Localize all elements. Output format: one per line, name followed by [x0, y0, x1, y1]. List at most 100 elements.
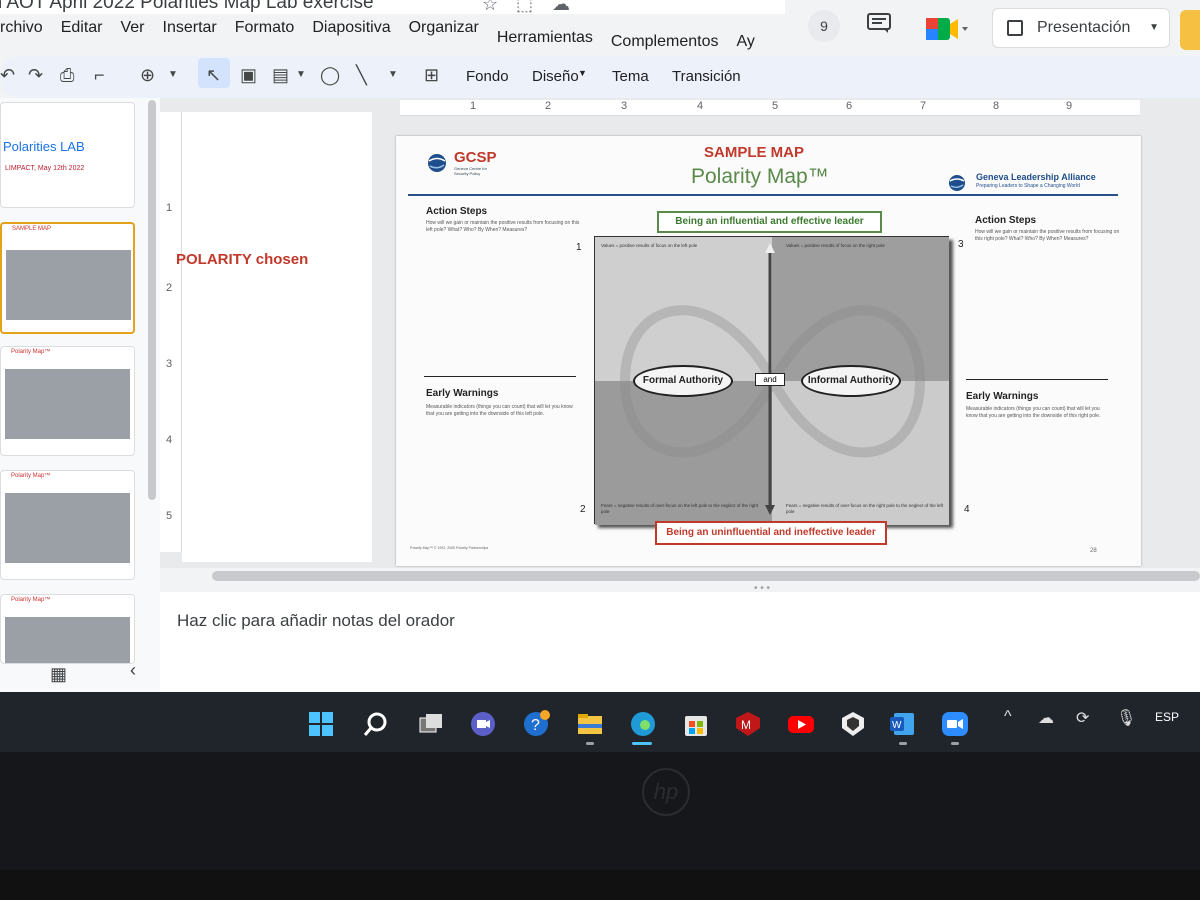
store-icon[interactable]: [681, 710, 711, 738]
menu-ver[interactable]: Ver: [111, 16, 153, 52]
shape-icon[interactable]: ◯: [320, 64, 340, 86]
meet-icon[interactable]: [922, 12, 972, 46]
ruler-tick: 2: [545, 100, 552, 112]
zoom-app-icon[interactable]: [940, 710, 970, 738]
early-warnings-left-heading: Early Warnings: [426, 388, 499, 399]
microphone-icon[interactable]: 🎙: [1116, 708, 1136, 728]
current-slide[interactable]: GCSP Geneva Centre for Security Policy S…: [396, 136, 1141, 566]
polarity-map-title: Polarity Map™: [691, 165, 829, 188]
theme-button[interactable]: Tema: [612, 68, 649, 85]
windows-start-icon[interactable]: [306, 710, 336, 738]
section-divider: [966, 379, 1108, 380]
search-icon[interactable]: [361, 710, 391, 738]
svg-text:M: M: [741, 718, 751, 732]
thumbnail-header: SAMPLE MAP: [12, 226, 52, 232]
word-icon[interactable]: W: [888, 710, 918, 738]
line-chevron-icon[interactable]: ▼: [388, 64, 398, 86]
slide-filmstrip: Polarities LAB LIMPACT, May 12th 2022 SA…: [0, 98, 160, 692]
language-indicator[interactable]: ESP: [1155, 710, 1179, 724]
zoom-chevron-icon[interactable]: ▼: [168, 64, 178, 86]
document-title[interactable]: rm AOT April 2022 Polarities Map Lab exe…: [0, 0, 374, 14]
redo-icon[interactable]: ↷: [28, 64, 43, 86]
star-icon[interactable]: ☆: [482, 0, 498, 15]
slide-thumbnail-5[interactable]: Polarity Map™: [0, 594, 135, 664]
menu-insertar[interactable]: Insertar: [154, 16, 226, 52]
file-explorer-icon[interactable]: [575, 710, 605, 738]
text-box-icon[interactable]: ▣: [240, 64, 257, 86]
thumbnail-map-preview: [5, 493, 130, 563]
canvas-side-note[interactable]: POLARITY chosen: [176, 251, 308, 268]
menu-herramientas[interactable]: Herramientas: [488, 16, 602, 52]
gcsp-globe-icon: [428, 154, 446, 172]
left-pole: Formal Authority: [633, 365, 733, 397]
menu-complementos[interactable]: Complementos: [602, 16, 728, 52]
move-folder-icon[interactable]: ⬚: [516, 0, 533, 15]
cloud-icon[interactable]: ☁: [1038, 708, 1054, 728]
edge-browser-icon[interactable]: [628, 710, 658, 738]
ruler-tick: 6: [846, 100, 853, 112]
sample-map-heading: SAMPLE MAP: [704, 144, 805, 161]
background-button[interactable]: Fondo: [466, 68, 509, 85]
chat-icon[interactable]: [468, 710, 498, 738]
slide-thumbnail-1[interactable]: Polarities LAB LIMPACT, May 12th 2022: [0, 102, 135, 208]
image-icon[interactable]: ▤: [272, 64, 289, 86]
thumbnail-header: Polarity Map™: [11, 349, 51, 355]
undo-icon[interactable]: ↶: [0, 64, 15, 86]
slide-thumbnail-2[interactable]: SAMPLE MAP: [0, 222, 135, 334]
thumbnail-map-preview: [6, 250, 131, 320]
speaker-notes-placeholder[interactable]: Haz clic para añadir notas del orador: [177, 611, 455, 631]
print-icon[interactable]: ⎙: [60, 64, 74, 86]
menu-archivo[interactable]: rchivo: [0, 16, 52, 52]
quadrant-number: 3: [958, 239, 964, 250]
slide-page-number: 28: [1090, 548, 1097, 554]
paint-format-icon[interactable]: ⌐: [94, 64, 105, 86]
ruler-tick: 2: [166, 282, 173, 294]
slide-thumbnail-4[interactable]: Polarity Map™: [0, 470, 135, 580]
slide-thumbnail-3[interactable]: Polarity Map™: [0, 346, 135, 456]
collapse-panel-icon[interactable]: ‹: [130, 660, 136, 681]
cloud-status-icon[interactable]: ☁: [552, 0, 570, 15]
help-icon[interactable]: ?: [521, 710, 551, 738]
action-steps-left-heading: Action Steps: [426, 206, 488, 217]
layout-chevron-icon[interactable]: ▼: [578, 68, 587, 78]
ruler-tick: 5: [772, 100, 779, 112]
gcsp-logo-text: GCSP: [454, 149, 497, 166]
grid-view-icon[interactable]: ▦: [50, 664, 67, 685]
youtube-icon[interactable]: [786, 710, 816, 738]
gla-globe-icon: [949, 175, 965, 191]
canvas-offslide-area: [182, 112, 372, 562]
menu-diapositiva[interactable]: Diapositiva: [303, 16, 399, 52]
speaker-notes-panel[interactable]: Haz clic para añadir notas del orador: [160, 592, 1200, 692]
quadrant-number: 2: [580, 504, 586, 515]
menu-editar[interactable]: Editar: [52, 16, 112, 52]
menu-organizar[interactable]: Organizar: [400, 16, 488, 52]
layout-button[interactable]: Diseño: [532, 68, 579, 85]
add-comment-icon[interactable]: ⊞: [424, 64, 439, 86]
select-cursor-icon[interactable]: ↖: [206, 64, 221, 86]
zoom-icon[interactable]: ⊕: [140, 64, 155, 86]
image-chevron-icon[interactable]: ▼: [296, 64, 306, 86]
share-button[interactable]: [1180, 10, 1200, 50]
menu-formato[interactable]: Formato: [226, 16, 304, 52]
filmstrip-scrollbar[interactable]: [148, 100, 156, 500]
task-view-icon[interactable]: [416, 710, 446, 738]
present-icon: [1007, 20, 1023, 36]
gla-logo-tagline: Preparing Leaders to Shape a Changing Wo…: [976, 183, 1080, 189]
horizontal-scrollbar[interactable]: [212, 571, 1200, 581]
vpn-shield-icon[interactable]: [838, 710, 868, 738]
tray-chevron-icon[interactable]: ^: [1004, 708, 1012, 726]
line-icon[interactable]: ╲: [356, 64, 367, 86]
ruler-tick: 8: [993, 100, 1000, 112]
sync-icon[interactable]: ⟳: [1076, 708, 1089, 728]
comment-icon[interactable]: [866, 12, 892, 34]
hp-logo: hp: [642, 768, 690, 816]
present-button[interactable]: Presentación ▼: [992, 8, 1170, 48]
ruler-tick: 1: [166, 202, 173, 214]
transition-button[interactable]: Transición: [672, 68, 741, 85]
chevron-down-icon[interactable]: ▼: [1149, 9, 1159, 47]
polarity-quadrants: Values = positive results of focus on th…: [594, 236, 949, 525]
mcafee-icon[interactable]: M: [733, 710, 763, 738]
collaborator-count-badge[interactable]: 9: [808, 10, 840, 42]
menu-ayuda[interactable]: Ay: [727, 16, 763, 52]
toolbar: [0, 56, 1200, 98]
